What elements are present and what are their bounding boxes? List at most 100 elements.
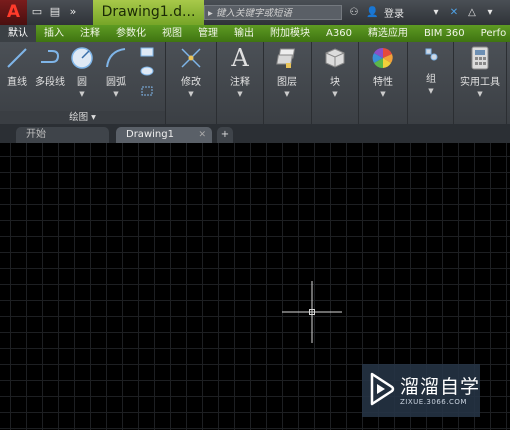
calculator-icon: [471, 46, 489, 70]
annotation-dropdown-icon[interactable]: ▼: [224, 90, 256, 98]
rectangle-button[interactable]: [136, 47, 158, 57]
annotation-button[interactable]: A 注释 ▼: [224, 46, 256, 98]
binoculars-icon[interactable]: ⚇: [348, 7, 360, 19]
tab-featured-apps[interactable]: 精选应用: [360, 25, 416, 42]
tab-start[interactable]: 开始: [16, 127, 109, 143]
properties-panel: 特性 ▼: [359, 42, 408, 124]
line-button[interactable]: 直线: [3, 46, 31, 88]
tab-addins[interactable]: 附加模块: [262, 25, 318, 42]
arc-button[interactable]: 圆弧 ▼: [102, 46, 130, 98]
tab-drawing1[interactable]: Drawing1 ✕: [116, 127, 212, 143]
play-logo-icon: [370, 372, 395, 406]
polyline-button[interactable]: 多段线: [33, 46, 67, 88]
close-tab-icon[interactable]: ✕: [198, 127, 206, 143]
polyline-label: 多段线: [35, 77, 65, 88]
annotation-panel: A 注释 ▼: [217, 42, 264, 124]
watermark: 溜溜自学 ZIXUE.3066.COM: [362, 364, 480, 417]
line-icon: [7, 48, 27, 68]
color-wheel-icon: [372, 47, 393, 69]
block-panel: 块 ▼: [312, 42, 359, 124]
tab-output[interactable]: 输出: [226, 25, 262, 42]
circle-dropdown-icon[interactable]: ▼: [68, 90, 96, 98]
document-title: Drawing1.d...: [93, 0, 204, 25]
groups-dropdown-icon[interactable]: ▼: [415, 87, 447, 95]
search-input[interactable]: ▸ 键入关键字或短语: [204, 5, 342, 20]
circle-button[interactable]: 圆 ▼: [68, 46, 96, 98]
modify-dropdown-icon[interactable]: ▼: [175, 90, 207, 98]
layers-panel: 图层 ▼: [264, 42, 312, 124]
properties-button[interactable]: 特性 ▼: [367, 46, 399, 98]
layers-button[interactable]: 图层 ▼: [271, 46, 303, 98]
text-a-icon: A: [231, 44, 249, 72]
layers-icon: [276, 48, 296, 68]
groups-label: 组: [426, 74, 436, 85]
rectangle-icon: [140, 47, 154, 57]
group-icon: [425, 48, 438, 61]
utilities-button[interactable]: 实用工具 ▼: [456, 46, 504, 98]
tab-insert[interactable]: 插入: [36, 25, 72, 42]
move-icon: [181, 48, 201, 68]
draw-panel-title: 绘图: [69, 112, 89, 123]
draw-panel-expand-icon: ▾: [91, 112, 96, 123]
layers-label: 图层: [277, 77, 297, 88]
titlebar-right-tools: ⚇ 👤 登录 ▾ ✕ △ ▾: [348, 5, 496, 21]
annotation-label: 注释: [230, 77, 250, 88]
draw-panel-footer[interactable]: 绘图 ▾: [0, 111, 165, 124]
tab-default[interactable]: 默认: [0, 25, 36, 42]
modify-button[interactable]: 修改 ▼: [175, 46, 207, 98]
tab-a360[interactable]: A360: [318, 25, 360, 42]
block-button[interactable]: 块 ▼: [319, 46, 351, 98]
tab-bim360[interactable]: BIM 360: [416, 25, 473, 42]
a360-icon[interactable]: △: [466, 7, 478, 19]
tab-annotate[interactable]: 注释: [72, 25, 108, 42]
utilities-label: 实用工具: [460, 77, 500, 88]
dropdown-icon[interactable]: ▾: [430, 7, 442, 19]
login-button[interactable]: 登录: [384, 5, 404, 20]
new-tab-button[interactable]: +: [217, 127, 233, 143]
tab-drawing1-label: Drawing1: [126, 129, 174, 140]
tab-parametric[interactable]: 参数化: [108, 25, 154, 42]
new-file-icon[interactable]: ▭: [30, 5, 44, 19]
layers-dropdown-icon[interactable]: ▼: [271, 90, 303, 98]
properties-dropdown-icon[interactable]: ▼: [367, 90, 399, 98]
watermark-url: ZIXUE.3066.COM: [400, 398, 467, 406]
boundary-icon: [141, 86, 153, 96]
more-icon[interactable]: »: [66, 5, 80, 19]
utilities-dropdown-icon[interactable]: ▼: [456, 90, 504, 98]
hatch-button[interactable]: [136, 66, 158, 76]
quick-access-toolbar: ▭ ▤ »: [30, 5, 80, 19]
hatch-icon: [140, 66, 154, 76]
tab-manage[interactable]: 管理: [190, 25, 226, 42]
boundary-button[interactable]: [136, 85, 158, 97]
modify-panel: 修改 ▼: [166, 42, 217, 124]
groups-panel: 组 ▼: [408, 42, 454, 124]
block-label: 块: [330, 77, 340, 88]
ribbon-tab-bar: 默认 插入 注释 参数化 视图 管理 输出 附加模块 A360 精选应用 BIM…: [0, 25, 510, 42]
document-tab-bar: 开始 Drawing1 ✕ +: [0, 124, 510, 143]
circle-icon: [71, 47, 93, 69]
tab-start-label: 开始: [26, 129, 46, 140]
arc-label: 圆弧: [106, 77, 126, 88]
utilities-panel: 实用工具 ▼: [454, 42, 507, 124]
line-label: 直线: [7, 77, 27, 88]
tab-view[interactable]: 视图: [154, 25, 190, 42]
circle-label: 圆: [77, 77, 87, 88]
arc-dropdown-icon[interactable]: ▼: [102, 90, 130, 98]
search-arrow-icon: ▸: [208, 8, 213, 19]
crosshair-cursor: [282, 281, 342, 343]
groups-button[interactable]: 组 ▼: [415, 46, 447, 95]
title-bar: A ▭ ▤ » Drawing1.d... ▸ 键入关键字或短语 ⚇ 👤 登录 …: [0, 0, 510, 25]
arc-icon: [106, 48, 126, 68]
block-dropdown-icon[interactable]: ▼: [319, 90, 351, 98]
block-icon: [325, 48, 345, 68]
exchange-icon[interactable]: ✕: [448, 7, 460, 19]
help-dropdown-icon[interactable]: ▾: [484, 7, 496, 19]
open-file-icon[interactable]: ▤: [48, 5, 62, 19]
tab-performance[interactable]: Perfo: [473, 25, 510, 42]
draw-panel: 直线 多段线 圆 ▼ 圆弧 ▼ 绘图 ▾: [0, 42, 166, 124]
properties-label: 特性: [373, 77, 393, 88]
user-icon: 👤: [366, 6, 379, 18]
autocad-app-icon[interactable]: A: [0, 0, 27, 25]
search-placeholder: 键入关键字或短语: [215, 8, 292, 19]
ribbon-panel: 直线 多段线 圆 ▼ 圆弧 ▼ 绘图 ▾ 修改 ▼ A 注释 ▼ 图层 ▼ 块 …: [0, 42, 510, 125]
